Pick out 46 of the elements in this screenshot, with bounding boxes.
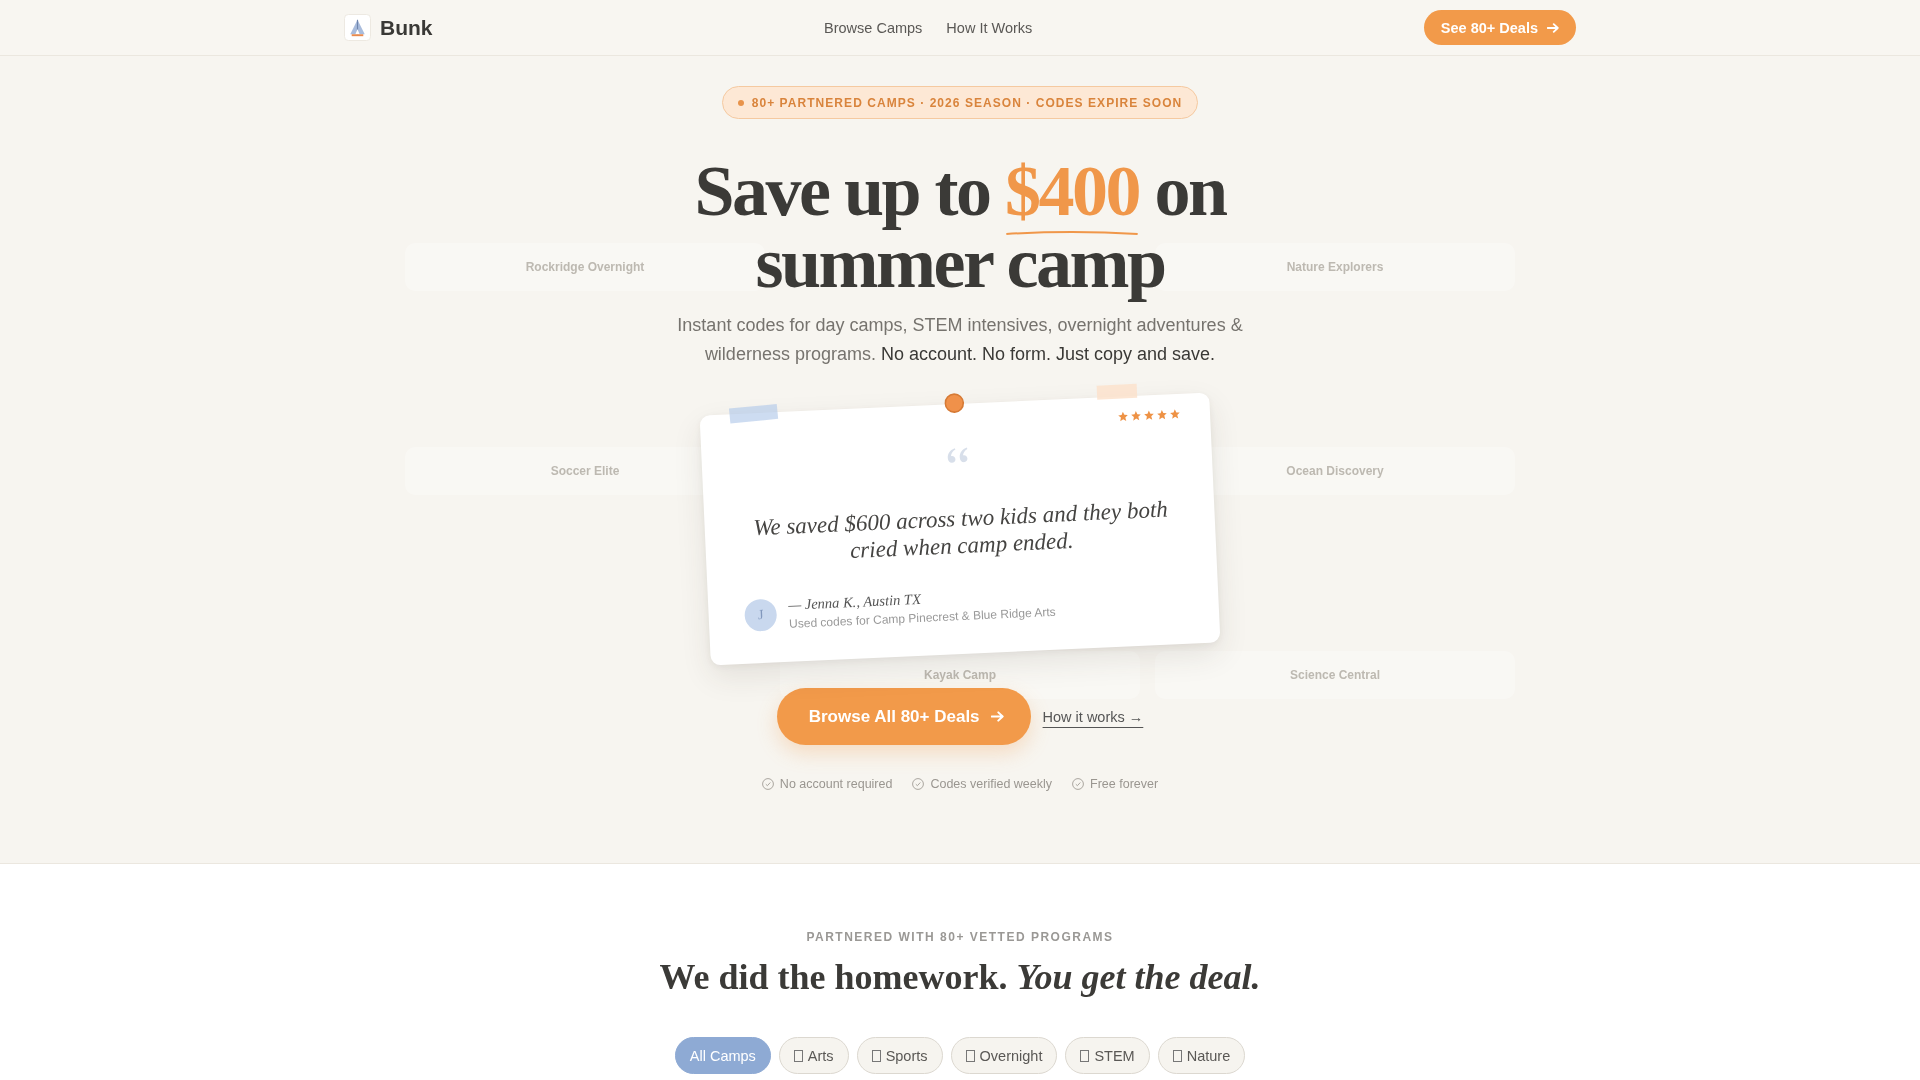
section-eyebrow: PARTNERED WITH 80+ VETTED PROGRAMS: [806, 929, 1114, 945]
brand-name[interactable]: Bunk: [380, 15, 433, 40]
camp-name: Ocean Discovery: [1286, 464, 1384, 478]
trust-point: No account required: [779, 777, 893, 791]
avatar-initial: J: [744, 598, 778, 632]
star-icon: [1169, 408, 1181, 420]
missing-glyph-icon: [1172, 1049, 1182, 1062]
section-title: We did the homework. You get the deal.: [659, 956, 1261, 999]
missing-glyph-icon: [871, 1049, 881, 1062]
dot-icon: [737, 99, 744, 106]
check-circle-icon: [761, 778, 774, 790]
camp-name: Science Central: [1289, 668, 1380, 682]
trust-point: Free forever: [1090, 777, 1159, 791]
trust-point: Codes verified weekly: [930, 777, 1053, 791]
tape-strip-icon: [1096, 383, 1138, 400]
filter-chip[interactable]: Arts: [778, 1037, 849, 1074]
filter-chip[interactable]: Sports: [856, 1037, 943, 1074]
tape-strip-icon: [728, 403, 779, 424]
check-circle-icon: [912, 778, 925, 790]
nav-link[interactable]: Browse Camps: [824, 19, 923, 36]
missing-glyph-icon: [965, 1049, 975, 1062]
star-icon: [1117, 411, 1129, 422]
star-icon: [1143, 410, 1155, 421]
check-circle-icon: [1072, 778, 1085, 790]
filter-chip[interactable]: Overnight: [950, 1037, 1058, 1074]
tent-logo-icon[interactable]: [344, 14, 371, 41]
camp-name: Kayak Camp: [923, 668, 996, 682]
arrow-right-icon: [1547, 21, 1559, 34]
camp-name: Nature Explorers: [1286, 260, 1384, 274]
star-icon: [1156, 409, 1168, 420]
testimonial-quote: We saved $600 across two kids and they both cried when camp ended.: [751, 495, 1170, 565]
camp-name: Rockridge Overnight: [525, 260, 645, 274]
arrow-right-icon: [990, 710, 1004, 723]
missing-glyph-icon: [793, 1049, 803, 1062]
hero-subtitle: Instant codes for day camps, STEM intensives, overnight adventures & wilderness programs. No account. No form. Just copy and save.: [676, 314, 1244, 366]
testimonial-author: — Jenna K., Austin TX: [787, 589, 922, 613]
camp-name: Soccer Elite: [550, 464, 620, 478]
badge-text: 80+ PARTNERED CAMPS · 2026 SEASON · CODES EXPIRE SOON: [751, 95, 1183, 110]
how-it-works-link[interactable]: How it works →: [1042, 708, 1144, 725]
nav-link[interactable]: How It Works: [946, 19, 1033, 36]
pin-icon: [943, 392, 965, 414]
star-icon: [1130, 410, 1142, 422]
missing-glyph-icon: [1080, 1049, 1090, 1062]
quote-mark-icon: [946, 446, 969, 464]
filter-chip[interactable]: Nature: [1157, 1037, 1246, 1074]
filter-chip[interactable]: STEM: [1065, 1037, 1150, 1074]
